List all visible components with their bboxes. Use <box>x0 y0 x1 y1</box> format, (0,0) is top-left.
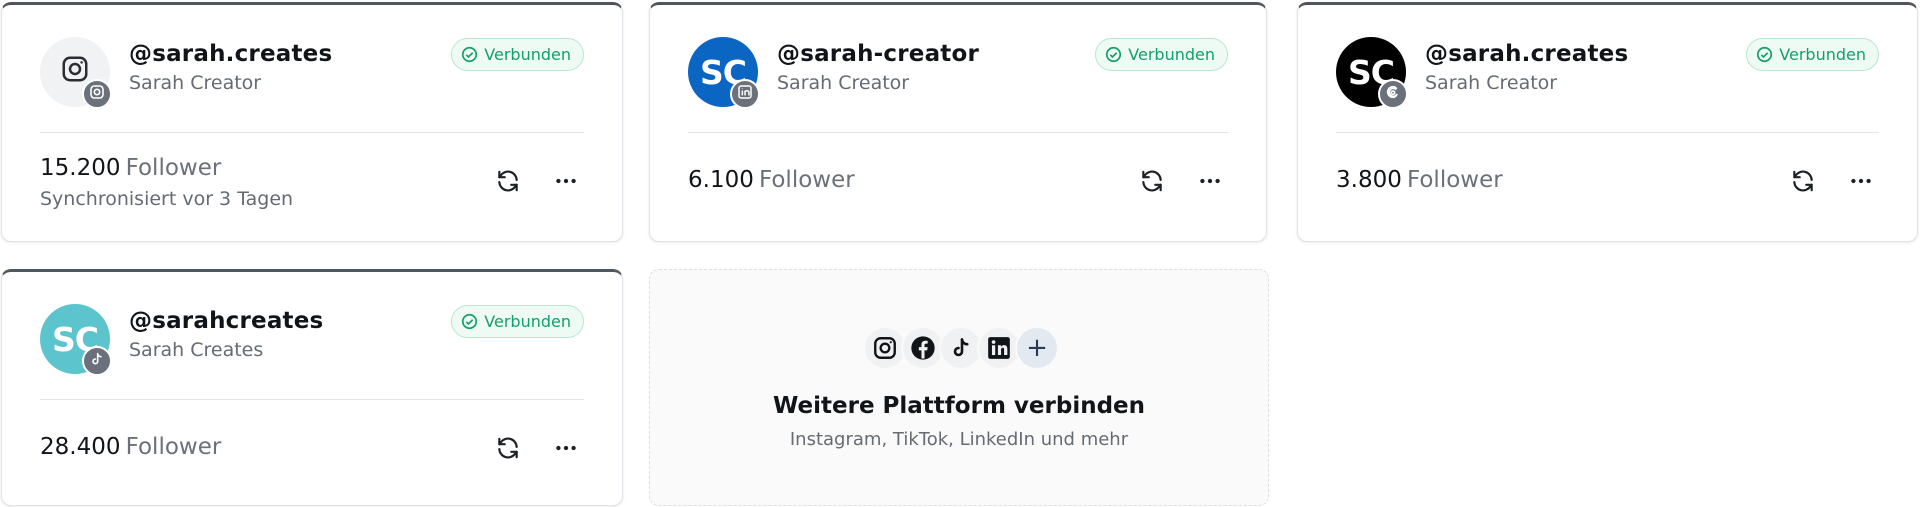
refresh-icon <box>1790 168 1816 198</box>
account-card-linkedin: SC @sarah-creator Sarah Creator Verbunde… <box>649 2 1267 242</box>
follower-stats: 3.800 Follower <box>1336 167 1503 193</box>
check-circle-icon <box>461 46 478 63</box>
platform-badge <box>1378 79 1408 109</box>
follower-label: Follower <box>1406 167 1503 193</box>
more-horizontal-icon <box>1848 168 1874 198</box>
account-handle: @sarah.creates <box>1425 41 1629 67</box>
status-label: Verbunden <box>1128 45 1215 64</box>
follower-stats: 15.200 Follower Synchronisiert vor 3 Tag… <box>40 155 293 210</box>
account-name: Sarah Creator <box>129 72 262 94</box>
account-card-instagram: @sarah.creates Sarah Creator Verbunden 1… <box>1 2 623 242</box>
follower-stats: 6.100 Follower <box>688 167 855 193</box>
more-horizontal-icon <box>1197 168 1223 198</box>
follower-label: Follower <box>125 434 222 460</box>
sync-button[interactable] <box>1134 165 1170 201</box>
status-label: Verbunden <box>484 45 571 64</box>
status-badge: Verbunden <box>451 38 584 71</box>
platform-icon-stack: + <box>863 326 1059 370</box>
account-handle: @sarahcreates <box>129 308 324 334</box>
card-actions <box>1134 165 1228 201</box>
account-header: SC @sarah.creates Sarah Creator Verbunde… <box>1336 37 1879 109</box>
check-circle-icon <box>1105 46 1122 63</box>
follower-count: 3.800 <box>1336 167 1402 193</box>
status-label: Verbunden <box>484 312 571 331</box>
divider <box>1336 132 1879 133</box>
status-badge: Verbunden <box>1095 38 1228 71</box>
follower-count: 15.200 <box>40 155 121 181</box>
sync-button[interactable] <box>1785 165 1821 201</box>
divider <box>40 132 584 133</box>
connect-platform-title: Weitere Plattform verbinden <box>772 393 1146 419</box>
follower-stats: 28.400 Follower <box>40 434 221 460</box>
account-header: SC @sarah-creator Sarah Creator Verbunde… <box>688 37 1228 109</box>
instagram-icon <box>89 84 105 104</box>
plus-icon: + <box>1015 326 1059 370</box>
card-actions <box>490 165 584 201</box>
threads-icon <box>1385 84 1401 104</box>
follower-count: 6.100 <box>688 167 754 193</box>
more-horizontal-icon <box>553 168 579 198</box>
account-handle: @sarah.creates <box>129 41 333 67</box>
status-badge: Verbunden <box>1746 38 1879 71</box>
status-badge: Verbunden <box>451 305 584 338</box>
follower-count: 28.400 <box>40 434 121 460</box>
platform-badge <box>82 346 112 376</box>
connected-accounts-grid: @sarah.creates Sarah Creator Verbunden 1… <box>0 0 1920 507</box>
account-name: Sarah Creator <box>1425 72 1558 94</box>
divider <box>40 399 584 400</box>
account-card-threads: SC @sarah.creates Sarah Creator Verbunde… <box>1297 2 1918 242</box>
check-circle-icon <box>1756 46 1773 63</box>
linkedin-icon <box>737 84 753 104</box>
account-handle: @sarah-creator <box>777 41 980 67</box>
more-options-button[interactable] <box>1192 165 1228 201</box>
more-options-button[interactable] <box>1843 165 1879 201</box>
account-header: SC @sarahcreates Sarah Creates Verbunden <box>40 304 584 376</box>
follower-label: Follower <box>125 155 222 181</box>
connect-platform-subtitle: Instagram, TikTok, LinkedIn und mehr <box>789 429 1129 450</box>
divider <box>688 132 1228 133</box>
more-horizontal-icon <box>553 435 579 465</box>
tiktok-icon <box>89 351 105 371</box>
account-header: @sarah.creates Sarah Creator Verbunden <box>40 37 584 109</box>
refresh-icon <box>1139 168 1165 198</box>
platform-badge <box>730 79 760 109</box>
more-options-button[interactable] <box>548 432 584 468</box>
more-options-button[interactable] <box>548 165 584 201</box>
refresh-icon <box>495 435 521 465</box>
card-actions <box>1785 165 1879 201</box>
sync-button[interactable] <box>490 165 526 201</box>
account-card-tiktok: SC @sarahcreates Sarah Creates Verbunden… <box>1 269 623 506</box>
connect-platform-card[interactable]: + Weitere Plattform verbinden Instagram,… <box>649 269 1269 506</box>
status-label: Verbunden <box>1779 45 1866 64</box>
sync-button[interactable] <box>490 432 526 468</box>
platform-badge <box>82 79 112 109</box>
check-circle-icon <box>461 313 478 330</box>
card-actions <box>490 432 584 468</box>
refresh-icon <box>495 168 521 198</box>
sync-status: Synchronisiert vor 3 Tagen <box>40 188 294 210</box>
account-name: Sarah Creates <box>129 339 264 361</box>
follower-label: Follower <box>758 167 855 193</box>
account-name: Sarah Creator <box>777 72 910 94</box>
